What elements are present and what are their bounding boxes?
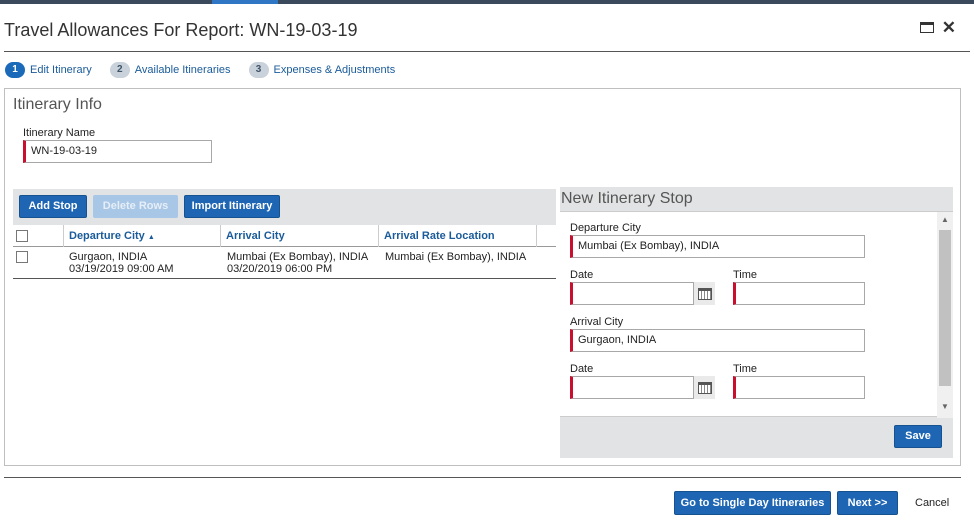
step-available-itineraries[interactable]: 2 Available Itineraries (109, 62, 231, 78)
cell-arrival: Mumbai (Ex Bombay), INDIA 03/20/2019 06:… (227, 251, 368, 275)
scroll-thumb[interactable] (939, 230, 951, 386)
arrival-date-label: Date (570, 363, 594, 375)
section-title-new-stop: New Itinerary Stop (561, 190, 693, 207)
step-label: Edit Itinerary (30, 64, 92, 76)
departure-city-label: Departure City (570, 222, 641, 234)
row-checkbox[interactable] (16, 251, 28, 263)
scroll-up-icon[interactable]: ▲ (941, 215, 949, 224)
step-label: Expenses & Adjustments (273, 64, 396, 76)
add-stop-button[interactable]: Add Stop (19, 195, 87, 218)
arrival-date-field (570, 376, 715, 399)
arrival-time-input[interactable] (733, 376, 865, 399)
arrival-city-label: Arrival City (570, 316, 624, 328)
section-title-itinerary-info: Itinerary Info (13, 96, 102, 113)
table-row[interactable]: Gurgaon, INDIA 03/19/2019 09:00 AM Mumba… (13, 247, 556, 279)
delete-rows-button[interactable]: Delete Rows (93, 195, 178, 218)
cell-arrival-rate-location: Mumbai (Ex Bombay), INDIA (385, 251, 527, 263)
itinerary-grid: Departure City ▲ Arrival City Arrival Ra… (13, 225, 556, 279)
new-stop-form: Departure City Mumbai (Ex Bombay), INDIA… (560, 211, 953, 418)
next-button[interactable]: Next >> (837, 491, 898, 515)
maximize-icon[interactable] (919, 22, 934, 33)
departure-city-input[interactable]: Mumbai (Ex Bombay), INDIA (570, 235, 865, 258)
select-all-checkbox[interactable] (16, 230, 28, 242)
column-arrival-rate-location[interactable]: Arrival Rate Location (379, 225, 537, 247)
grid-header: Departure City ▲ Arrival City Arrival Ra… (13, 225, 556, 247)
column-arrival-city[interactable]: Arrival City (221, 225, 379, 247)
itinerary-panel: Itinerary Info Itinerary Name WN-19-03-1… (4, 88, 961, 466)
new-itinerary-stop-panel: New Itinerary Stop Departure City Mumbai… (560, 187, 953, 458)
footer-divider (4, 477, 961, 478)
single-day-itineraries-button[interactable]: Go to Single Day Itineraries (674, 491, 831, 515)
cancel-link[interactable]: Cancel (915, 497, 949, 509)
step-label: Available Itineraries (134, 64, 231, 76)
grid-toolbar: Add Stop Delete Rows Import Itinerary (13, 189, 556, 225)
close-icon[interactable]: ✕ (942, 19, 956, 36)
column-label: Departure City (69, 230, 145, 242)
departure-date-label: Date (570, 269, 594, 281)
departure-datetime: 03/19/2019 09:00 AM (69, 263, 174, 275)
cell-departure: Gurgaon, INDIA 03/19/2019 09:00 AM (69, 251, 174, 275)
step-edit-itinerary[interactable]: 1 Edit Itinerary (5, 62, 92, 78)
window-controls: ✕ (919, 19, 956, 36)
step-expenses-adjustments[interactable]: 3 Expenses & Adjustments (248, 62, 396, 78)
departure-time-label: Time (733, 269, 758, 281)
calendar-icon[interactable] (693, 376, 715, 399)
import-itinerary-button[interactable]: Import Itinerary (184, 195, 280, 218)
column-departure-city[interactable]: Departure City ▲ (63, 225, 221, 247)
departure-time-input[interactable] (733, 282, 865, 305)
sort-asc-icon: ▲ (147, 234, 155, 241)
arrival-city-input[interactable]: Gurgaon, INDIA (570, 329, 865, 352)
wizard-steps: 1 Edit Itinerary 2 Available Itineraries… (5, 62, 413, 78)
itinerary-name-input[interactable]: WN-19-03-19 (23, 140, 212, 163)
calendar-icon[interactable] (693, 282, 715, 305)
form-scrollbar[interactable]: ▲ ▼ (937, 212, 953, 418)
departure-city: Gurgaon, INDIA (69, 251, 148, 263)
dialog-titlebar: Travel Allowances For Report: WN-19-03-1… (4, 4, 970, 52)
step-number: 2 (109, 62, 130, 78)
dialog-title: Travel Allowances For Report: WN-19-03-1… (4, 20, 358, 40)
scroll-down-icon[interactable]: ▼ (941, 402, 949, 411)
itinerary-name-label: Itinerary Name (23, 127, 96, 139)
arrival-city: Mumbai (Ex Bombay), INDIA (227, 251, 369, 263)
arrival-datetime: 03/20/2019 06:00 PM (227, 263, 333, 275)
step-number: 1 (5, 62, 25, 78)
step-number: 3 (248, 62, 269, 78)
save-button[interactable]: Save (894, 425, 942, 448)
arrival-time-label: Time (733, 363, 758, 375)
departure-date-field (570, 282, 715, 305)
